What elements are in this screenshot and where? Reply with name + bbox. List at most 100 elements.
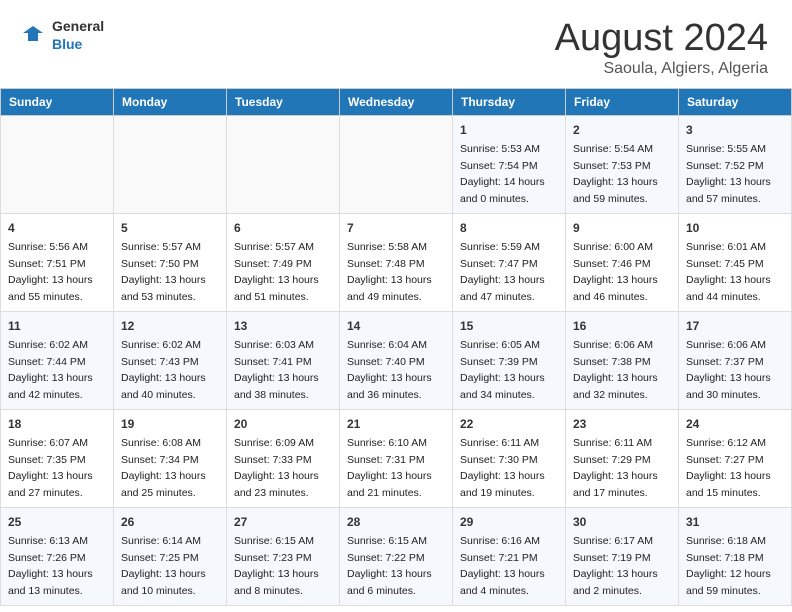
day-info-line: Daylight: 13 hours [234, 372, 319, 384]
day-info-line: Sunset: 7:27 PM [686, 454, 764, 466]
day-info-line: Daylight: 13 hours [347, 470, 432, 482]
day-info-line: Daylight: 12 hours [686, 568, 771, 580]
day-info-line: and 6 minutes. [347, 585, 416, 597]
calendar-cell: 31 Sunrise: 6:18 AM Sunset: 7:18 PM Dayligh… [679, 507, 792, 605]
calendar-cell: 19Sunrise: 6:08 AMSunset: 7:34 PMDayligh… [114, 409, 227, 507]
calendar-cell [1, 115, 114, 213]
day-number: 19 [121, 415, 219, 433]
week-row-1: 1Sunrise: 5:53 AMSunset: 7:54 PMDaylight… [1, 115, 792, 213]
day-info-line: Sunrise: 5:54 AM [573, 143, 653, 155]
day-info-line: Sunset: 7:50 PM [121, 258, 199, 270]
day-info-line: Sunrise: 6:15 AM [234, 535, 314, 547]
day-number: 2 [573, 121, 671, 139]
day-info-line: and 0 minutes. [460, 193, 529, 205]
day-info-line: Sunrise: 5:55 AM [686, 143, 766, 155]
week-row-4: 18Sunrise: 6:07 AMSunset: 7:35 PMDayligh… [1, 409, 792, 507]
day-info-line: Daylight: 13 hours [573, 176, 658, 188]
day-info-line: Sunset: 7:46 PM [573, 258, 651, 270]
day-info-line: Sunrise: 6:11 AM [460, 437, 539, 449]
day-info-line: Sunrise: 6:10 AM [347, 437, 427, 449]
day-info-line: and 2 minutes. [573, 585, 642, 597]
calendar-cell: 27Sunrise: 6:15 AMSunset: 7:23 PMDayligh… [227, 507, 340, 605]
day-info-line: Sunset: 7:48 PM [347, 258, 425, 270]
day-info-line: Sunset: 7:39 PM [460, 356, 538, 368]
weekday-header-tuesday: Tuesday [227, 88, 340, 115]
calendar-cell [114, 115, 227, 213]
day-info-line: Sunrise: 6:08 AM [121, 437, 201, 449]
day-info-line: Sunrise: 6:11 AM [573, 437, 652, 449]
weekday-header-saturday: Saturday [679, 88, 792, 115]
logo-blue: Blue [52, 36, 82, 52]
day-info-line: and 49 minutes. [347, 291, 422, 303]
day-number: 26 [121, 513, 219, 531]
day-info-line: Daylight: 13 hours [460, 470, 545, 482]
day-info-line: and 59 minutes. [686, 585, 761, 597]
day-info-line: Sunrise: 5:56 AM [8, 241, 88, 253]
calendar-cell: 26Sunrise: 6:14 AMSunset: 7:25 PMDayligh… [114, 507, 227, 605]
day-info-line: Sunset: 7:52 PM [686, 160, 764, 172]
day-info-line: Sunrise: 5:57 AM [121, 241, 201, 253]
day-info-line: Daylight: 13 hours [573, 274, 658, 286]
calendar-cell: 5Sunrise: 5:57 AMSunset: 7:50 PMDaylight… [114, 213, 227, 311]
logo: General Blue [18, 18, 104, 54]
day-info-line: Daylight: 13 hours [460, 372, 545, 384]
week-row-3: 11Sunrise: 6:02 AMSunset: 7:44 PMDayligh… [1, 311, 792, 409]
calendar-cell [227, 115, 340, 213]
day-number: 23 [573, 415, 671, 433]
calendar-cell [340, 115, 453, 213]
day-number: 11 [8, 317, 106, 335]
weekday-header-row: SundayMondayTuesdayWednesdayThursdayFrid… [1, 88, 792, 115]
day-info-line: Sunset: 7:41 PM [234, 356, 312, 368]
day-info-line: Sunset: 7:37 PM [686, 356, 764, 368]
calendar-cell: 10Sunrise: 6:01 AMSunset: 7:45 PMDayligh… [679, 213, 792, 311]
day-info-line: and 42 minutes. [8, 389, 83, 401]
calendar-cell: 2Sunrise: 5:54 AMSunset: 7:53 PMDaylight… [566, 115, 679, 213]
day-info-line: Daylight: 13 hours [347, 274, 432, 286]
day-info-line: and 47 minutes. [460, 291, 535, 303]
day-info-line: Daylight: 13 hours [573, 568, 658, 580]
day-info-line: Daylight: 13 hours [686, 176, 771, 188]
day-info-line: Sunset: 7:25 PM [121, 552, 199, 564]
day-info-line: Daylight: 13 hours [234, 470, 319, 482]
day-info-line: Sunrise: 6:02 AM [8, 339, 88, 351]
calendar-table: SundayMondayTuesdayWednesdayThursdayFrid… [0, 88, 792, 606]
day-info-line: Daylight: 13 hours [686, 372, 771, 384]
week-row-2: 4Sunrise: 5:56 AMSunset: 7:51 PMDaylight… [1, 213, 792, 311]
day-number: 20 [234, 415, 332, 433]
calendar-cell: 30Sunrise: 6:17 AMSunset: 7:19 PMDayligh… [566, 507, 679, 605]
day-info-line: Daylight: 13 hours [121, 568, 206, 580]
day-info-line: Daylight: 13 hours [234, 568, 319, 580]
month-title: August 2024 [555, 18, 768, 60]
day-info-line: and 46 minutes. [573, 291, 648, 303]
day-info-line: Sunrise: 6:18 AM [686, 535, 766, 547]
day-info-line: Sunset: 7:23 PM [234, 552, 312, 564]
day-info-line: and 4 minutes. [460, 585, 529, 597]
day-info-line: Sunset: 7:38 PM [573, 356, 651, 368]
day-number: 13 [234, 317, 332, 335]
day-info-line: Sunset: 7:47 PM [460, 258, 538, 270]
day-info-line: Sunset: 7:21 PM [460, 552, 538, 564]
day-number: 24 [686, 415, 784, 433]
day-info-line: Daylight: 13 hours [686, 470, 771, 482]
day-info-line: and 8 minutes. [234, 585, 303, 597]
calendar-cell: 1Sunrise: 5:53 AMSunset: 7:54 PMDaylight… [453, 115, 566, 213]
day-number: 28 [347, 513, 445, 531]
day-info-line: and 57 minutes. [686, 193, 761, 205]
day-info-line: and 23 minutes. [234, 487, 309, 499]
day-number: 31 [686, 513, 784, 531]
day-info-line: Sunrise: 6:06 AM [573, 339, 653, 351]
day-info-line: and 21 minutes. [347, 487, 422, 499]
day-number: 3 [686, 121, 784, 139]
day-info-line: Sunrise: 5:53 AM [460, 143, 540, 155]
calendar-cell: 9Sunrise: 6:00 AMSunset: 7:46 PMDaylight… [566, 213, 679, 311]
day-info-line: and 59 minutes. [573, 193, 648, 205]
day-info-line: Daylight: 13 hours [121, 274, 206, 286]
day-info-line: Sunset: 7:18 PM [686, 552, 764, 564]
day-info-line: Sunrise: 6:16 AM [460, 535, 540, 547]
day-info-line: Sunrise: 6:15 AM [347, 535, 427, 547]
calendar-cell: 16Sunrise: 6:06 AMSunset: 7:38 PMDayligh… [566, 311, 679, 409]
day-number: 8 [460, 219, 558, 237]
day-info-line: Sunrise: 6:17 AM [573, 535, 653, 547]
calendar-cell: 11Sunrise: 6:02 AMSunset: 7:44 PMDayligh… [1, 311, 114, 409]
day-info-line: and 32 minutes. [573, 389, 648, 401]
